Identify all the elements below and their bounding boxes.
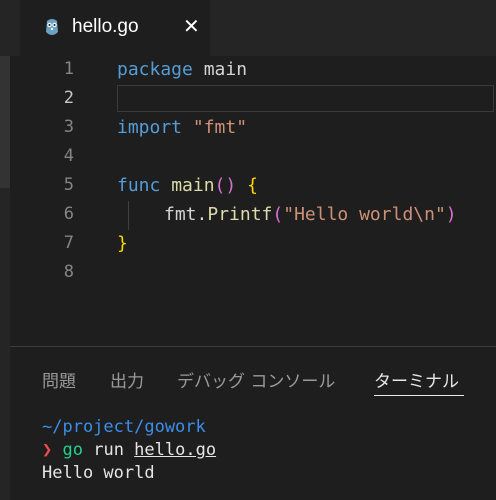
go-gopher-icon bbox=[46, 19, 58, 35]
code-line-3: 3 import "fmt" bbox=[10, 114, 496, 143]
code-line-5: 5 func main() { bbox=[10, 172, 496, 201]
code-line-2: 2 bbox=[10, 85, 496, 114]
code-line-1: 1 package main bbox=[10, 56, 496, 85]
code-line-8: 8 bbox=[10, 259, 496, 288]
bottom-panel: 問題 出力 デバッグ コンソール ターミナル ~/project/gowork … bbox=[10, 346, 496, 500]
code-text: func main() { bbox=[117, 175, 258, 196]
line-number: 4 bbox=[63, 146, 74, 166]
scroll-marker bbox=[0, 56, 10, 188]
line-number: 1 bbox=[63, 59, 74, 79]
line-number-active: 2 bbox=[63, 88, 74, 108]
identifier-token: main bbox=[192, 59, 248, 80]
line-number: 5 bbox=[63, 175, 74, 195]
brace-token: } bbox=[117, 233, 128, 254]
code-text: } bbox=[117, 233, 128, 254]
terminal-output: Hello world bbox=[42, 463, 155, 483]
code-text: fmt.Printf("Hello world\n") bbox=[164, 204, 457, 225]
function-token: main bbox=[160, 175, 215, 196]
tab-debug-console[interactable]: デバッグ コンソール bbox=[177, 367, 335, 392]
brace-token: { bbox=[236, 175, 258, 196]
code-line-7: 7 } bbox=[10, 230, 496, 259]
keyword-token: package bbox=[117, 59, 193, 80]
indent-guide bbox=[128, 201, 129, 230]
command-args: run bbox=[82, 440, 135, 460]
line-number: 7 bbox=[63, 233, 74, 253]
close-icon[interactable]: ✕ bbox=[183, 14, 200, 38]
file-link[interactable]: hello.go bbox=[134, 440, 216, 460]
string-token: "Hello world\n" bbox=[283, 204, 446, 225]
prompt-chevron-icon: ❯ bbox=[42, 440, 53, 460]
tab-terminal[interactable]: ターミナル bbox=[374, 367, 459, 392]
activity-strip bbox=[0, 0, 10, 500]
command-token: go bbox=[62, 440, 83, 460]
tab-title: hello.go bbox=[72, 16, 139, 37]
code-text: package main bbox=[117, 59, 247, 80]
keyword-token: import bbox=[117, 117, 183, 138]
tab-hello-go[interactable]: hello.go ✕ bbox=[20, 0, 210, 56]
code-line-4: 4 bbox=[10, 143, 496, 172]
active-tab-indicator bbox=[374, 395, 464, 396]
tab-output[interactable]: 出力 bbox=[110, 367, 144, 392]
paren-token: ) bbox=[445, 204, 457, 225]
line-number: 8 bbox=[63, 262, 74, 282]
code-line-6: 6 fmt.Printf("Hello world\n") bbox=[10, 201, 496, 230]
paren-token: ( bbox=[272, 204, 284, 225]
current-line-highlight bbox=[117, 85, 494, 112]
terminal-command-line: ❯ go run hello.go bbox=[42, 440, 216, 460]
function-token: Printf bbox=[207, 204, 273, 225]
tab-problems[interactable]: 問題 bbox=[42, 367, 76, 392]
code-text: import "fmt" bbox=[117, 117, 247, 138]
line-number: 6 bbox=[63, 204, 74, 224]
code-editor[interactable]: 1 package main 2 3 import "fmt" 4 5 func… bbox=[10, 56, 496, 346]
terminal-path: ~/project/gowork bbox=[42, 417, 206, 437]
identifier-token: fmt. bbox=[164, 204, 208, 225]
string-token: "fmt" bbox=[182, 117, 248, 138]
line-number: 3 bbox=[63, 117, 74, 137]
paren-token: () bbox=[214, 175, 237, 196]
tab-bar: hello.go ✕ bbox=[10, 0, 496, 56]
keyword-token: func bbox=[117, 175, 161, 196]
